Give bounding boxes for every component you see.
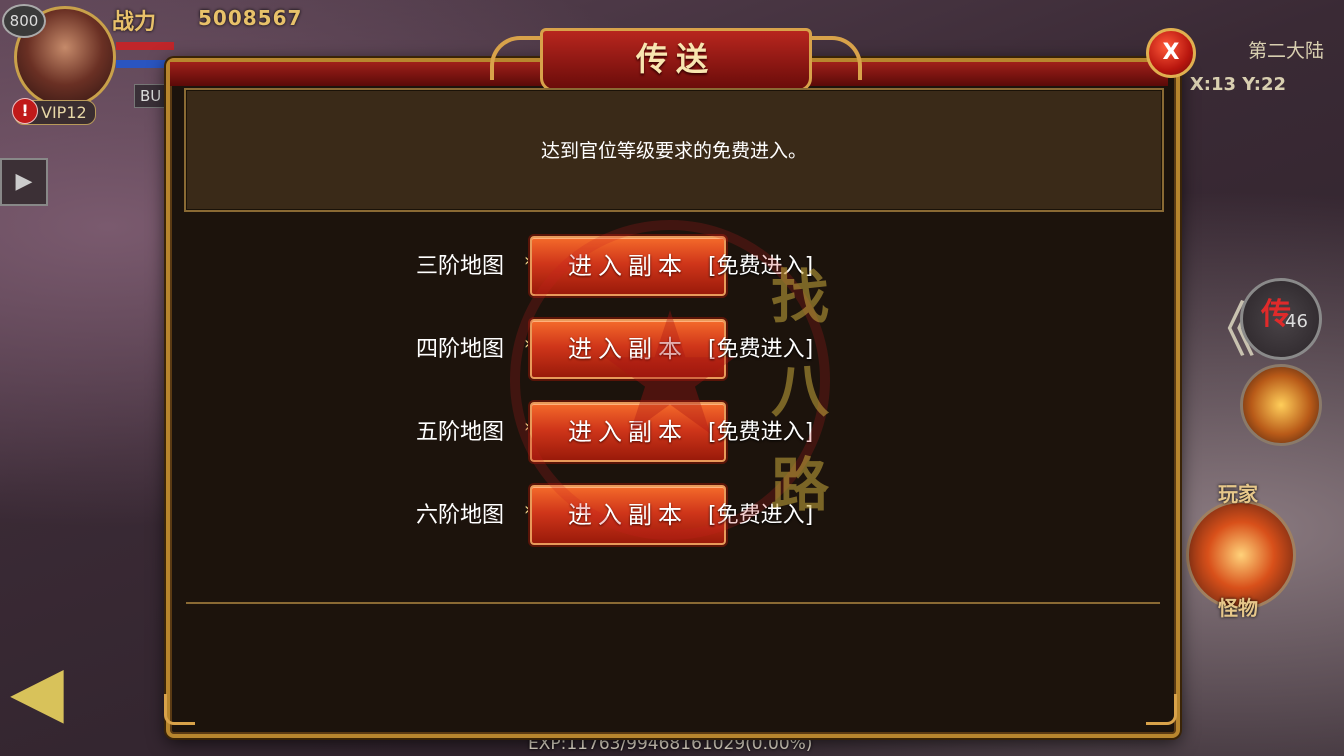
free-entry-tag: [免费进入]	[708, 337, 814, 362]
notice-text: 达到官位等级要求的免费进入。	[540, 140, 807, 162]
corner-ornament-right	[1146, 694, 1177, 725]
level-badge: 800	[2, 4, 46, 38]
notice-panel: 达到官位等级要求的免费进入。	[184, 88, 1164, 212]
teleport-skill-count: 46	[1285, 311, 1308, 332]
map-row-tier6: 六阶地图 › 进入副本 [免费进入]	[160, 483, 1180, 545]
combat-power-value: 5008567	[198, 6, 303, 30]
player-coords: X:13 Y:22	[1189, 74, 1286, 95]
map-name: 六阶地图	[416, 503, 505, 528]
dialog-title: 传送	[635, 40, 716, 78]
corner-ornament-left	[164, 694, 195, 725]
map-row-tier4: 四阶地图 › 进入副本 [免费进入]	[160, 317, 1180, 379]
menu-expand-arrow-icon[interactable]: ◀	[10, 650, 64, 732]
enter-dungeon-button[interactable]: 进入副本	[530, 319, 726, 379]
map-row-tier5: 五阶地图 › 进入副本 [免费进入]	[160, 400, 1180, 462]
alert-icon[interactable]: !	[12, 98, 38, 124]
map-name: 四阶地图	[416, 337, 505, 362]
free-entry-tag: [免费进入]	[708, 254, 814, 279]
target-player-toggle[interactable]: 玩家	[1218, 478, 1258, 507]
enter-dungeon-button[interactable]: 进入副本	[530, 485, 726, 545]
map-name: 三阶地图	[416, 254, 505, 279]
dialog-divider	[186, 602, 1160, 604]
dialog-title-plate: 传送	[540, 28, 812, 92]
target-monster-toggle[interactable]: 怪物	[1218, 592, 1258, 621]
close-button[interactable]: X	[1146, 28, 1196, 78]
enter-dungeon-button[interactable]: 进入副本	[530, 402, 726, 462]
free-entry-tag: [免费进入]	[708, 503, 814, 528]
teleport-skill-button[interactable]: 传 46	[1240, 278, 1322, 360]
teleport-dialog: 传送 X 达到官位等级要求的免费进入。 三阶地图 › 进入副本 [免费进入] 四…	[160, 28, 1196, 738]
play-icon[interactable]: ▶	[0, 158, 48, 206]
current-map-name: 第二大陆	[1247, 40, 1324, 62]
free-entry-tag: [免费进入]	[708, 420, 814, 445]
enter-dungeon-button[interactable]: 进入副本	[530, 236, 726, 296]
skill-button[interactable]	[1240, 364, 1322, 446]
map-name: 五阶地图	[416, 420, 505, 445]
map-row-tier3: 三阶地图 › 进入副本 [免费进入]	[160, 234, 1180, 296]
combat-power-label: 战力	[112, 10, 157, 35]
